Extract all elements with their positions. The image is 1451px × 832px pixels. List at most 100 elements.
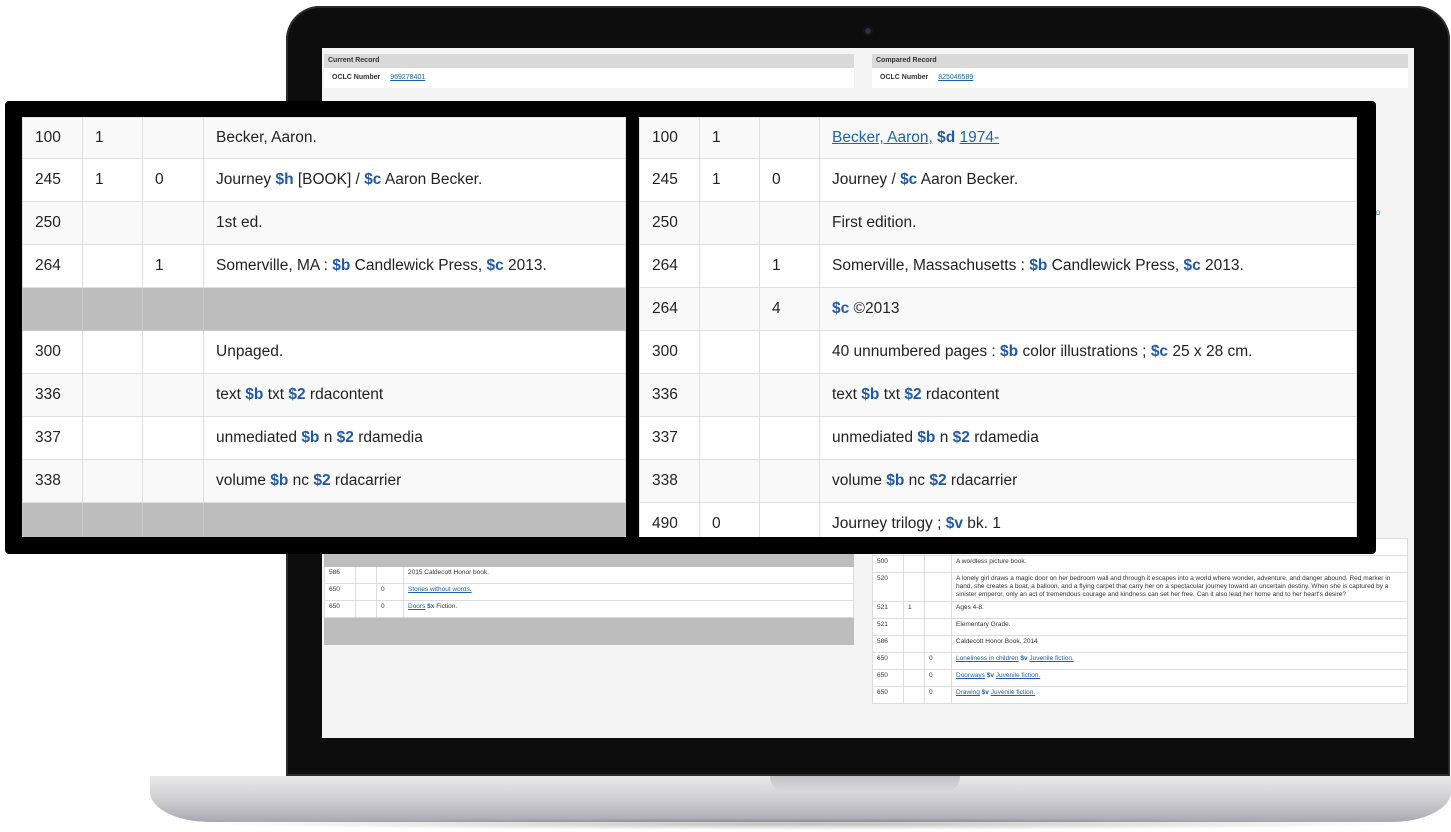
field-content: 1st ed. [203, 201, 626, 245]
indicator-1 [355, 566, 377, 584]
field-text: 40 unnumbered pages : [832, 343, 1001, 360]
indicator-1 [699, 201, 760, 245]
subfield-code: $d [937, 129, 956, 146]
field-text: txt [879, 386, 905, 403]
field-text: Aaron Becker. [917, 171, 1019, 188]
current-record-title: Current Record [324, 54, 854, 68]
heading-link[interactable]: Doors [408, 603, 425, 610]
indicator-2 [924, 572, 952, 602]
indicator-1 [82, 416, 143, 460]
indicator-2 [759, 459, 820, 503]
field-text: 1st ed. [216, 214, 263, 231]
field-content: unmediated $b n $2 rdamedia [819, 416, 1357, 460]
subfield-code: $b [861, 386, 880, 403]
indicator-2 [376, 566, 404, 584]
field-row: 264 4 $c ©2013 [639, 287, 1357, 331]
indicator-1 [82, 287, 143, 331]
field-text: Caldecott Honor Book, 2014 [956, 638, 1038, 645]
indicator-2 [142, 373, 204, 417]
field-row: 250 1st ed. [22, 201, 626, 245]
subfield-code: $2 [904, 386, 922, 403]
field-tag: 650 [872, 686, 904, 704]
indicator-2: 0 [142, 158, 204, 202]
field-text: Becker, Aaron. [216, 129, 317, 146]
field-text: rdamedia [969, 429, 1039, 446]
field-text: Candlewick Press, [1047, 257, 1184, 274]
field-text: Elementary Grade. [956, 621, 1011, 628]
field-text: 25 x 28 cm. [1168, 343, 1253, 360]
field-content: Elementary Grade. [951, 618, 1408, 636]
heading-link[interactable]: Stories without words. [408, 586, 472, 593]
heading-link[interactable]: 1974- [960, 129, 1000, 146]
field-tag: 650 [324, 600, 356, 618]
field-content: Doorways $v Juvenile fiction. [951, 669, 1408, 687]
heading-link[interactable]: Drawing [956, 689, 980, 696]
indicator-1 [699, 373, 760, 417]
field-tag: 264 [639, 287, 700, 331]
indicator-1: 1 [699, 117, 760, 159]
current-oclc-label: OCLC Number [332, 74, 381, 81]
current-oclc-link[interactable]: 969278401 [390, 74, 425, 81]
field-text: color illustrations ; [1018, 343, 1151, 360]
indicator-2 [142, 117, 204, 159]
field-tag: 586 [324, 566, 356, 584]
field-row: 650 0 Drawing $v Juvenile fiction. [872, 686, 1408, 704]
indicator-2 [142, 502, 204, 537]
field-row: 520 A lonely girl draws a magic door on h… [872, 572, 1408, 602]
field-content [203, 287, 626, 331]
field-tag: 650 [872, 652, 904, 670]
field-row: 264 1 Somerville, MA : $b Candlewick Press… [22, 244, 626, 288]
heading-link[interactable]: Juvenile fiction. [996, 672, 1040, 679]
heading-link[interactable]: Juvenile fiction. [1029, 655, 1073, 662]
field-text: rdacarrier [946, 472, 1018, 489]
field-text: txt [263, 386, 289, 403]
compared-record-title: Compared Record [872, 54, 1408, 68]
field-row: 521 1 Ages 4-8. [872, 601, 1408, 619]
field-content: 2015 Caldecott Honor book. [403, 566, 854, 584]
zoom-compared-table: 100 1 Becker, Aaron, $d 1974- 245 1 0 Journey … [639, 117, 1357, 537]
field-text: n [935, 429, 953, 446]
indicator-1: 0 [699, 502, 760, 537]
indicator-2 [376, 617, 404, 645]
subfield-code: $c [364, 171, 382, 188]
indicator-2 [924, 555, 952, 573]
field-row: 300 Unpaged. [22, 330, 626, 374]
field-content: Stories without words. [403, 583, 854, 601]
heading-link[interactable]: Doorways [956, 672, 985, 679]
indicator-1: 1 [82, 158, 143, 202]
zoom-current-record: 100 1 Becker, Aaron. 245 1 0 Journey $h [BOOK]… [22, 117, 626, 537]
field-tag: 100 [22, 117, 83, 159]
indicator-1: 1 [699, 158, 760, 202]
field-row: 586 Caldecott Honor Book, 2014 [872, 635, 1408, 653]
field-tag: 100 [639, 117, 700, 159]
indicator-1 [699, 416, 760, 460]
field-text: rdamedia [353, 429, 423, 446]
field-content: Journey trilogy ; $v bk. 1 [819, 502, 1357, 537]
indicator-1: 1 [82, 117, 143, 159]
field-row: 338 volume $b nc $2 rdacarrier [639, 459, 1357, 503]
field-row: 650 0 Stories without words. [324, 583, 854, 601]
heading-link[interactable]: Juvenile fiction. [991, 689, 1035, 696]
field-row: 337 unmediated $b n $2 rdamedia [22, 416, 626, 460]
field-content: Loneliness in children $v Juvenile ficti… [951, 652, 1408, 670]
compared-oclc-link[interactable]: 825046589 [938, 74, 973, 81]
field-content: volume $b nc $2 rdacarrier [203, 459, 626, 503]
field-row: 245 1 0 Journey $h [BOOK] / $c Aaron Becker… [22, 158, 626, 202]
heading-link[interactable]: Becker, Aaron, [832, 129, 933, 146]
indicator-2: 0 [924, 669, 952, 687]
field-row: 336 text $b txt $2 rdacontent [639, 373, 1357, 417]
indicator-2 [924, 618, 952, 636]
field-row: 100 1 Becker, Aaron, $d 1974- [639, 117, 1357, 159]
field-content: Unpaged. [203, 330, 626, 374]
field-text: Aaron Becker. [381, 171, 483, 188]
base-notch [770, 776, 960, 792]
heading-link[interactable]: Loneliness in children [956, 655, 1019, 662]
field-text: unmediated [832, 429, 918, 446]
indicator-1 [903, 555, 925, 573]
indicator-1 [699, 287, 760, 331]
field-row: 250 First edition. [639, 201, 1357, 245]
field-tag: 338 [639, 459, 700, 503]
indicator-2 [142, 416, 204, 460]
field-tag: 337 [639, 416, 700, 460]
indicator-2: 0 [376, 583, 404, 601]
